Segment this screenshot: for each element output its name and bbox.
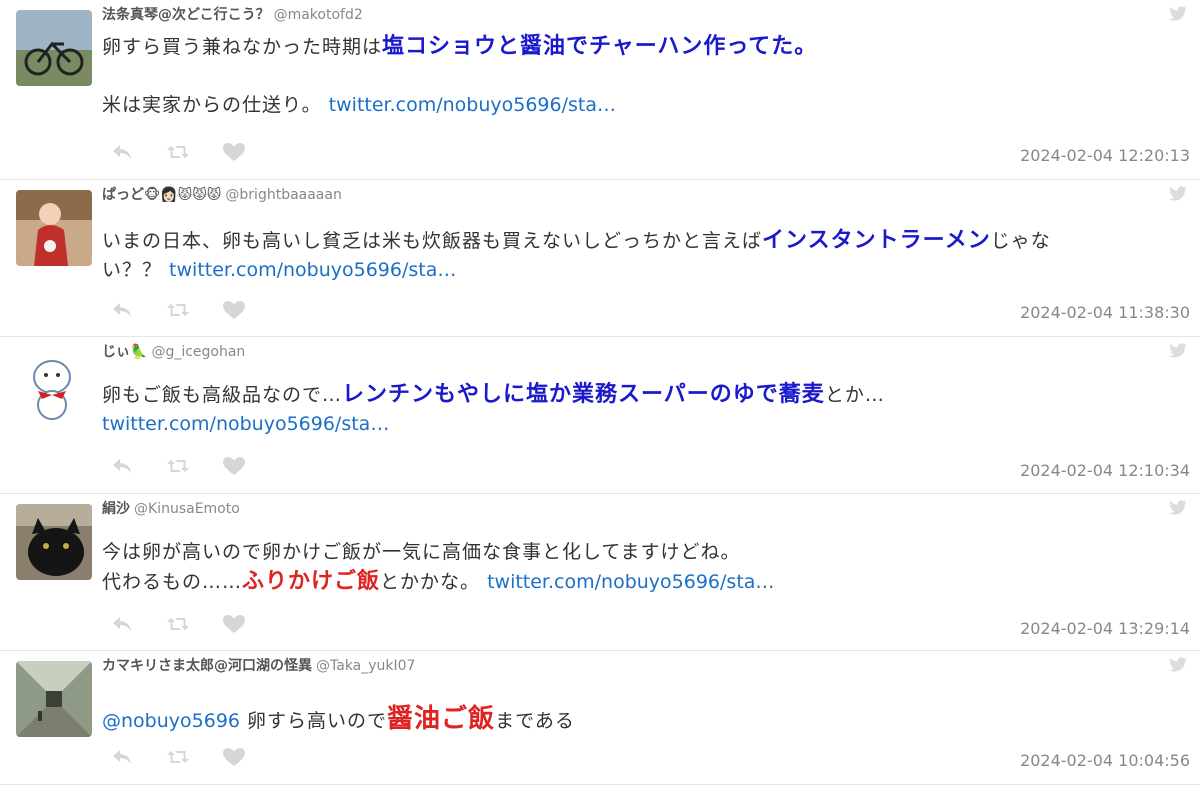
twitter-bird-icon[interactable] [1168, 6, 1188, 22]
tweet-text-line: い？？ twitter.com/nobuyo5696/sta… [102, 256, 1192, 285]
tweet-timestamp[interactable]: 2024-02-04 13:29:14 [1020, 619, 1190, 638]
tweet-text: いまの日本、卵も高いし貧乏は米も炊飯器も買えないしどっちかと言えばインスタントラ… [102, 226, 1192, 285]
reply-icon[interactable] [110, 142, 136, 162]
retweet-icon[interactable] [166, 614, 192, 634]
tweet-text-line [102, 62, 1192, 91]
highlighted-text: 塩コショウと醤油でチャーハン作ってた。 [382, 34, 818, 59]
tweet-text-line: 卵すら買う兼ねなかった時期は塩コショウと醤油でチャーハン作ってた。 [102, 32, 1192, 62]
tweet-text-line: いまの日本、卵も高いし貧乏は米も炊飯器も買えないしどっちかと言えばインスタントラ… [102, 226, 1192, 256]
author-name[interactable]: 絹沙 [102, 501, 130, 517]
tweet-text-line: twitter.com/nobuyo5696/sta… [102, 410, 1192, 439]
tweet-card[interactable]: カマキリさま太郎@河口湖の怪異 @Taka_yukI07 @nobuyo5696 … [0, 651, 1200, 785]
tweet-text-span: とかかな。 [380, 571, 488, 593]
author-name[interactable]: じぃ🦜 [102, 344, 147, 360]
tweet-header: じぃ🦜 @g_icegohan [102, 341, 245, 361]
tweet-text-line: 代わるもの……ふりかけご飯とかかな。 twitter.com/nobuyo569… [102, 567, 1192, 597]
like-icon[interactable] [222, 747, 248, 767]
tweet-timestamp[interactable]: 2024-02-04 10:04:56 [1020, 751, 1190, 770]
tweet-link[interactable]: twitter.com/nobuyo5696/sta… [169, 259, 456, 281]
tweet-text-span: じゃな [990, 230, 1051, 252]
avatar[interactable] [16, 347, 92, 423]
tweet-text-line: 米は実家からの仕送り。 twitter.com/nobuyo5696/sta… [102, 91, 1192, 120]
twitter-bird-icon[interactable] [1168, 500, 1188, 516]
author-name[interactable]: 法条真琴@次どこ行こう？ [102, 7, 270, 23]
retweet-icon[interactable] [166, 142, 192, 162]
tweet-text-line [102, 676, 1192, 705]
retweet-icon[interactable] [166, 456, 192, 476]
tweet-header: ぱっど🐵👩🏻😾😾😾 @brightbaaaaan [102, 184, 342, 204]
tweet-text-span: まである [495, 710, 575, 732]
like-icon[interactable] [222, 300, 248, 320]
tweet-card[interactable]: ぱっど🐵👩🏻😾😾😾 @brightbaaaaan いまの日本、卵も高いし貧乏は米も炊… [0, 180, 1200, 337]
tweet-text-span: 卵すら買う兼ねなかった時期は [102, 36, 383, 58]
retweet-icon[interactable] [166, 300, 192, 320]
twitter-bird-icon[interactable] [1168, 657, 1188, 673]
author-handle[interactable]: @brightbaaaaan [225, 187, 341, 203]
tweet-header: 法条真琴@次どこ行こう？ @makotofd2 [102, 4, 363, 24]
tweet-text-span: とか… [824, 384, 885, 406]
reply-icon[interactable] [110, 614, 136, 634]
tweet-text-span: 卵もご飯も高級品なので… [102, 384, 343, 406]
avatar[interactable] [16, 190, 92, 266]
tweet-actions [110, 456, 248, 476]
tweet-text: 卵すら買う兼ねなかった時期は塩コショウと醤油でチャーハン作ってた。 米は実家から… [102, 32, 1192, 120]
tweet-text-line: 今は卵が高いので卵かけご飯が一気に高価な食事と化してますけどね。 [102, 538, 1192, 567]
tweet-timestamp[interactable]: 2024-02-04 12:20:13 [1020, 146, 1190, 165]
author-name[interactable]: ぱっど🐵👩🏻😾😾😾 [102, 187, 221, 203]
tweet-header: カマキリさま太郎@河口湖の怪異 @Taka_yukI07 [102, 655, 415, 675]
tweet-link[interactable]: twitter.com/nobuyo5696/sta… [102, 413, 389, 435]
retweet-icon[interactable] [166, 747, 192, 767]
tweet-text: @nobuyo5696 卵すら高いので醤油ご飯まである [102, 676, 1192, 736]
highlighted-text: 醤油ご飯 [387, 704, 496, 734]
twitter-bird-icon[interactable] [1168, 186, 1188, 202]
tweet-actions [110, 614, 248, 634]
tweet-text-line: @nobuyo5696 卵すら高いので醤油ご飯まである [102, 705, 1192, 736]
avatar[interactable] [16, 10, 92, 86]
tweet-timestamp[interactable]: 2024-02-04 11:38:30 [1020, 303, 1190, 322]
tweet-text: 今は卵が高いので卵かけご飯が一気に高価な食事と化してますけどね。 代わるもの……ふ… [102, 538, 1192, 597]
tweet-text-span: いまの日本、卵も高いし貧乏は米も炊飯器も買えないしどっちかと言えば [102, 230, 763, 252]
author-handle[interactable]: @g_icegohan [151, 344, 245, 360]
tweet-link[interactable]: @nobuyo5696 [102, 710, 240, 732]
highlighted-text: ふりかけご飯 [242, 569, 381, 594]
tweet-text-span: 代わるもの…… [102, 571, 243, 593]
tweet-actions [110, 142, 248, 162]
tweet-card[interactable]: じぃ🦜 @g_icegohan 卵もご飯も高級品なので…レンチンもやしに塩か業務スー… [0, 337, 1200, 494]
tweet-header: 絹沙 @KinusaEmoto [102, 498, 240, 518]
reply-icon[interactable] [110, 747, 136, 767]
tweet-link[interactable]: twitter.com/nobuyo5696/sta… [329, 94, 616, 116]
tweet-timestamp[interactable]: 2024-02-04 12:10:34 [1020, 461, 1190, 480]
author-name[interactable]: カマキリさま太郎@河口湖の怪異 [102, 658, 312, 674]
twitter-bird-icon[interactable] [1168, 343, 1188, 359]
reply-icon[interactable] [110, 456, 136, 476]
tweet-text-span: 卵すら高いので [240, 710, 388, 732]
reply-icon[interactable] [110, 300, 136, 320]
tweet-text: 卵もご飯も高級品なので…レンチンもやしに塩か業務スーパーのゆで蕎麦とか… twit… [102, 380, 1192, 439]
tweet-actions [110, 300, 248, 320]
author-handle[interactable]: @Taka_yukI07 [316, 658, 415, 674]
tweet-text-span: い？？ [102, 259, 170, 281]
author-handle[interactable]: @makotofd2 [274, 7, 363, 23]
highlighted-text: レンチンもやしに塩か業務スーパーのゆで蕎麦 [342, 382, 825, 407]
tweet-card[interactable]: 法条真琴@次どこ行こう？ @makotofd2 卵すら買う兼ねなかった時期は塩コショ… [0, 0, 1200, 180]
tweet-text-line: 卵もご飯も高級品なので…レンチンもやしに塩か業務スーパーのゆで蕎麦とか… [102, 380, 1192, 410]
avatar[interactable] [16, 661, 92, 737]
tweet-link[interactable]: twitter.com/nobuyo5696/sta… [487, 571, 774, 593]
like-icon[interactable] [222, 456, 248, 476]
tweet-text-span: 今は卵が高いので卵かけご飯が一気に高価な食事と化してますけどね。 [102, 541, 741, 563]
tweet-text-span: 米は実家からの仕送り。 [102, 94, 329, 116]
tweet-card[interactable]: 絹沙 @KinusaEmoto 今は卵が高いので卵かけご飯が一気に高価な食事と化して… [0, 494, 1200, 651]
highlighted-text: インスタントラーメン [762, 228, 991, 253]
tweet-actions [110, 747, 248, 767]
tweet-feed: 法条真琴@次どこ行こう？ @makotofd2 卵すら買う兼ねなかった時期は塩コショ… [0, 0, 1200, 793]
like-icon[interactable] [222, 142, 248, 162]
author-handle[interactable]: @KinusaEmoto [134, 501, 240, 517]
like-icon[interactable] [222, 614, 248, 634]
avatar[interactable] [16, 504, 92, 580]
